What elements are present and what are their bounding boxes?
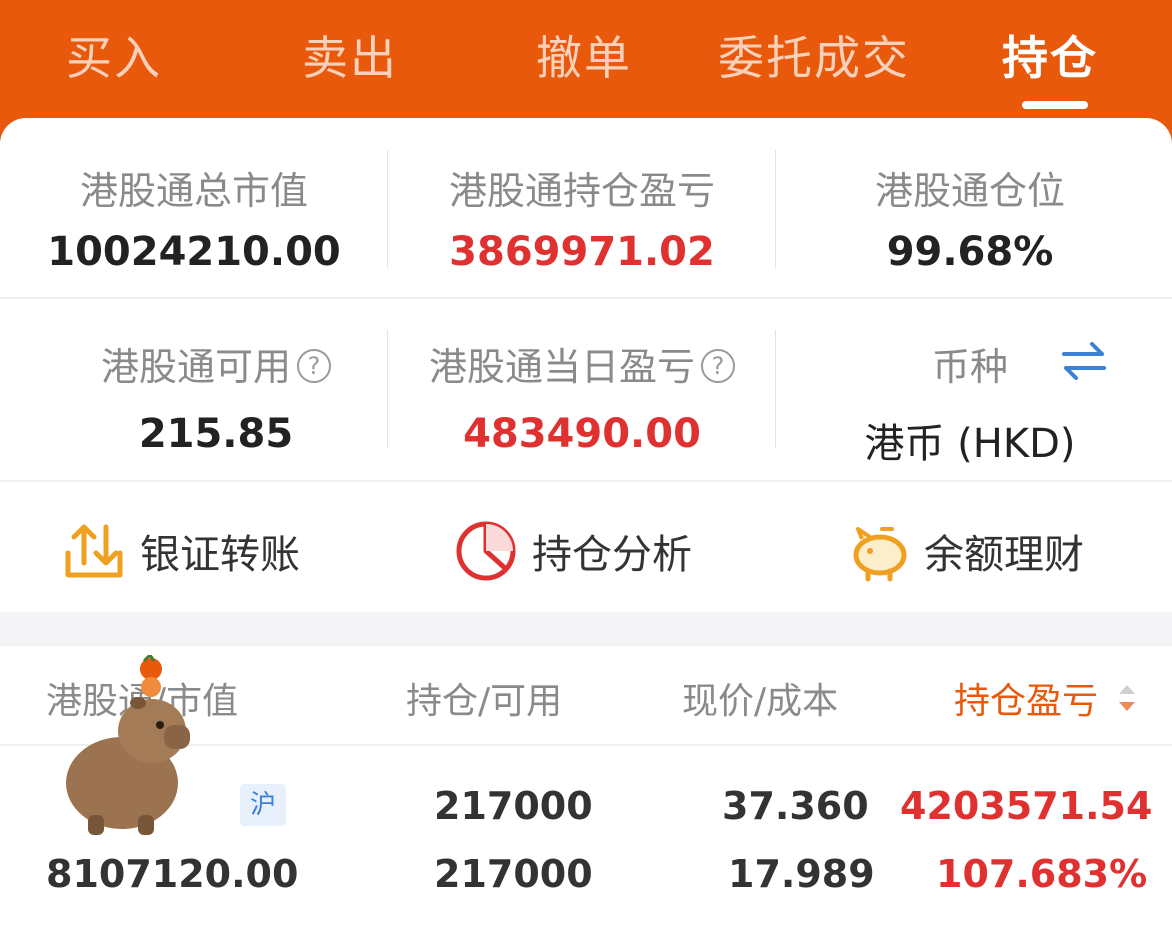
tab-sell[interactable]: 卖出 <box>302 22 398 88</box>
available-label: 港股通可用? <box>0 336 432 391</box>
section-spacer <box>0 612 1172 646</box>
market-value-label: 港股通总市值 <box>79 169 308 213</box>
row-available: 217000 <box>434 852 593 896</box>
daily-pnl-amount: 483490.00 <box>463 411 701 457</box>
summary-available: 港股通可用? 215.85 <box>0 336 432 457</box>
help-icon[interactable]: ? <box>701 348 735 383</box>
summary-market-value: 港股通总市值 10024210.00 <box>0 160 388 275</box>
position-pnl-amount: 3869971.02 <box>449 229 715 275</box>
position-analysis-label: 持仓分析 <box>532 532 692 578</box>
row-market-value: 8107120.00 <box>46 852 299 896</box>
currency-value: 港币 (HKD) <box>864 421 1076 467</box>
header-price-cost[interactable]: 现价/成本 <box>682 672 838 724</box>
position-ratio-label: 港股通仓位 <box>874 169 1065 213</box>
sort-icon[interactable] <box>1116 680 1138 716</box>
summary-position-ratio: 港股通仓位 99.68% <box>776 160 1164 275</box>
summary-position-pnl: 港股通持仓盈亏 3869971.02 <box>388 160 776 275</box>
help-icon[interactable]: ? <box>297 348 331 383</box>
active-tab-indicator <box>1022 101 1088 109</box>
row-pnl: 4203571.54 <box>900 784 1153 828</box>
section-divider <box>0 297 1172 299</box>
row-price: 37.360 <box>722 784 869 828</box>
swap-currency-icon[interactable] <box>1060 340 1108 380</box>
header-position-pnl[interactable]: 持仓盈亏 <box>954 672 1098 724</box>
market-tag-badge: 沪 <box>240 784 286 826</box>
transfer-icon <box>65 524 123 578</box>
pie-chart-icon <box>456 521 516 581</box>
position-pnl-label: 港股通持仓盈亏 <box>448 169 715 213</box>
capybara-sticker-image <box>66 655 190 835</box>
tab-cancel-order[interactable]: 撤单 <box>536 22 632 88</box>
row-pnl-percent: 107.683% <box>936 852 1148 896</box>
tab-buy[interactable]: 买入 <box>66 22 162 88</box>
summary-daily-pnl: 港股通当日盈亏? 483490.00 <box>388 336 776 457</box>
balance-finance-button[interactable]: 余额理财 <box>846 512 1084 590</box>
bank-transfer-button[interactable]: 银证转账 <box>62 512 300 590</box>
section-divider <box>0 480 1172 482</box>
market-value-amount: 10024210.00 <box>47 229 341 275</box>
position-ratio-value: 99.68% <box>886 229 1054 275</box>
header-position-available[interactable]: 持仓/可用 <box>406 672 562 724</box>
position-analysis-button[interactable]: 持仓分析 <box>454 512 692 590</box>
tab-positions[interactable]: 持仓 <box>1002 22 1098 88</box>
available-amount: 215.85 <box>138 411 294 457</box>
row-position: 217000 <box>434 784 593 828</box>
tab-orders-deals[interactable]: 委托成交 <box>718 22 910 88</box>
row-cost: 17.989 <box>728 852 875 896</box>
daily-pnl-label: 港股通当日盈亏? <box>388 336 776 391</box>
bank-transfer-label: 银证转账 <box>140 532 300 578</box>
balance-finance-label: 余额理财 <box>924 532 1084 578</box>
piggy-bank-icon <box>853 527 907 582</box>
